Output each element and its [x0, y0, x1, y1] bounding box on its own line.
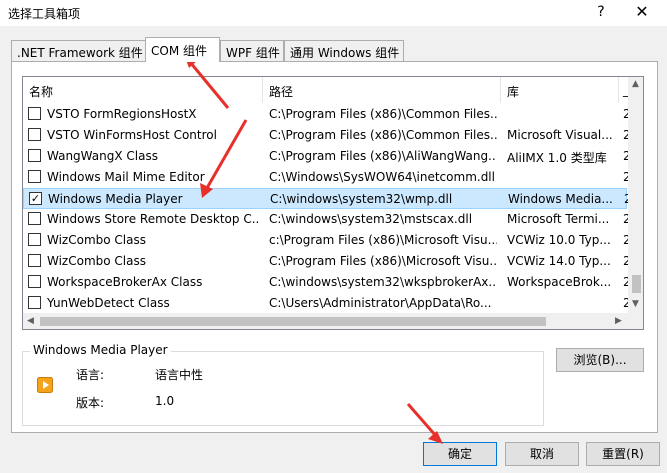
row-library: Microsoft Termi... [507, 212, 610, 226]
help-button[interactable]: ? [590, 3, 612, 21]
row-library: VCWiz 10.0 Typ... [507, 233, 611, 247]
row-checkbox[interactable] [28, 296, 41, 309]
row-path: C:\windows\system32\mstscax.dll [269, 212, 473, 226]
browse-button[interactable]: 浏览(B)... [556, 348, 644, 372]
row-name: WorkspaceBrokerAx Class [47, 275, 203, 289]
table-row[interactable]: WizCombo Class C:\Program Files (x86)\Mic… [23, 251, 631, 272]
row-checkbox[interactable] [28, 149, 41, 162]
row-name: VSTO FormRegionsHostX [47, 107, 197, 121]
table-row[interactable]: WorkspaceBrokerAx Class C:\windows\system… [23, 272, 631, 293]
tab-universal-windows[interactable]: 通用 Windows 组件 [284, 40, 404, 61]
vertical-scrollbar[interactable]: ▲ ▼ [628, 77, 643, 313]
row-name: WizCombo Class [47, 233, 146, 247]
row-path: C:\Users\Administrator\AppData\Ro... [269, 296, 492, 310]
row-checkbox[interactable] [28, 212, 41, 225]
row-path: c:\Program Files (x86)\Microsoft Visu... [269, 233, 497, 247]
row-name: WizCombo Class [47, 254, 146, 268]
row-checkbox[interactable] [28, 254, 41, 267]
row-path: C:\Program Files (x86)\Common Files... [269, 107, 497, 121]
row-name: Windows Mail Mime Editor [47, 170, 205, 184]
component-list[interactable]: 名称 路径 库 _ VSTO FormRegionsHostX C:\Progra… [22, 76, 644, 330]
column-header-path[interactable]: 路径 [263, 77, 501, 103]
title-bar [0, 0, 667, 26]
table-row[interactable]: Windows Mail Mime Editor C:\Windows\SysWO… [23, 167, 631, 188]
row-library: WorkspaceBrok... [507, 275, 612, 289]
tab-wpf-components[interactable]: WPF 组件 [220, 40, 284, 61]
version-value: 1.0 [155, 394, 175, 408]
vertical-scroll-thumb[interactable] [632, 275, 641, 293]
scrollbar-corner [628, 313, 643, 329]
row-checkbox[interactable] [28, 233, 41, 246]
media-player-icon [37, 377, 53, 393]
row-path: C:\Program Files (x86)\Common Files... [269, 128, 497, 142]
scroll-up-icon[interactable]: ▲ [632, 79, 639, 89]
details-group [22, 351, 544, 426]
row-name: Windows Store Remote Desktop C... [47, 212, 259, 226]
language-label: 语言: [76, 368, 105, 382]
row-library: Microsoft Visual... [507, 128, 613, 142]
row-checkbox[interactable] [28, 170, 41, 183]
table-row[interactable]: VSTO WinFormsHost Control C:\Program File… [23, 125, 631, 146]
row-checkbox[interactable] [28, 275, 41, 288]
row-path: C:\windows\system32\wmp.dll [270, 192, 453, 206]
cancel-button[interactable]: 取消 [505, 442, 579, 466]
ok-button[interactable]: 确定 [423, 442, 497, 466]
row-library: VCWiz 14.0 Typ... [507, 254, 611, 268]
row-path: C:\Program Files (x86)\Microsoft Visu... [269, 254, 497, 268]
row-path: C:\Windows\SysWOW64\inetcomm.dll [269, 170, 495, 184]
table-row[interactable]: ✓ Windows Media Player C:\windows\system32… [23, 188, 632, 209]
close-button[interactable]: ✕ [628, 3, 656, 21]
scroll-left-icon[interactable]: ◀ [27, 316, 34, 326]
table-row[interactable]: Windows Store Remote Desktop C... C:\wind… [23, 209, 631, 230]
row-name: VSTO WinFormsHost Control [47, 128, 217, 142]
column-header-library[interactable]: 库 [501, 77, 619, 103]
row-name: Windows Media Player [48, 192, 183, 206]
horizontal-scroll-thumb[interactable] [40, 317, 546, 326]
horizontal-scrollbar[interactable]: ◀ ▶ [23, 313, 628, 329]
row-checkbox[interactable] [28, 107, 41, 120]
column-header-name[interactable]: 名称 [23, 77, 263, 103]
row-path: C:\Program Files (x86)\AliWangWang... [269, 149, 497, 163]
row-library: AliIMX 1.0 类型库 [507, 151, 607, 165]
scroll-right-icon[interactable]: ▶ [615, 316, 622, 326]
row-library: Windows Media... [508, 192, 613, 206]
scroll-down-icon[interactable]: ▼ [632, 299, 639, 309]
row-checkbox[interactable]: ✓ [29, 192, 42, 205]
window-title: 选择工具箱项 [8, 7, 81, 21]
reset-button[interactable]: 重置(R) [586, 442, 660, 466]
table-row[interactable]: VSTO FormRegionsHostX C:\Program Files (x… [23, 104, 631, 125]
version-label: 版本: [76, 396, 105, 410]
table-row[interactable]: WangWangX Class C:\Program Files (x86)\Al… [23, 146, 631, 167]
row-name: YunWebDetect Class [47, 296, 170, 310]
row-path: C:\windows\system32\wkspbrokerAx.... [269, 275, 497, 289]
tab-com-components[interactable]: COM 组件 [145, 37, 220, 62]
tab-dotnet-framework[interactable]: .NET Framework 组件 [11, 40, 146, 61]
row-checkbox[interactable] [28, 128, 41, 141]
table-row[interactable]: WizCombo Class c:\Program Files (x86)\Mic… [23, 230, 631, 251]
language-value: 语言中性 [155, 368, 204, 382]
row-name: WangWangX Class [47, 149, 158, 163]
details-group-title: Windows Media Player [30, 343, 171, 357]
table-row[interactable]: YunWebDetect Class C:\Users\Administrator… [23, 293, 631, 314]
